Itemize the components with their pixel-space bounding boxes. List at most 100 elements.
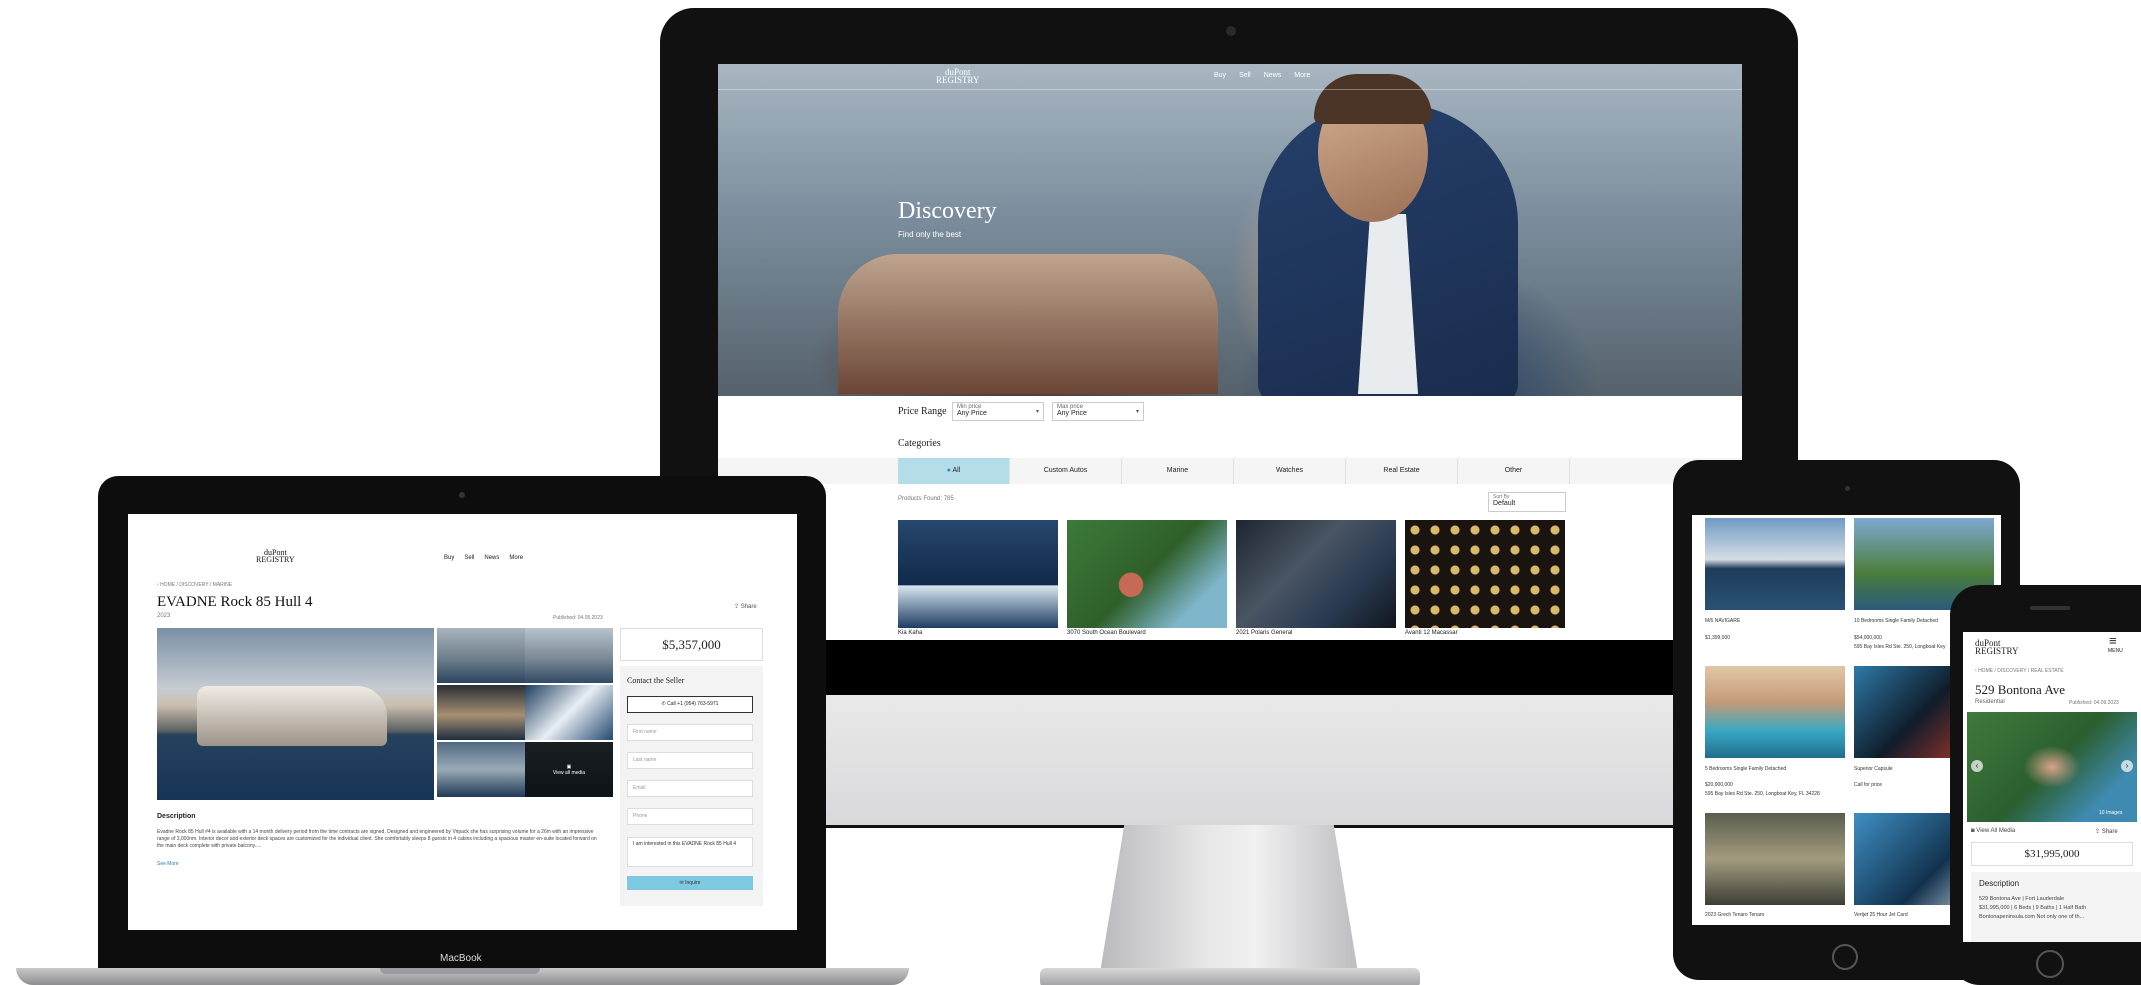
- description-text: Evadne Rock 85 Hull #4 is available with…: [157, 829, 597, 849]
- nav-sell[interactable]: Sell: [1239, 72, 1251, 79]
- listing-year: 2023: [157, 613, 171, 619]
- listing-name[interactable]: Kia Kaha: [898, 630, 922, 636]
- products-found: Products Found: 785: [898, 496, 954, 502]
- menu-label[interactable]: MENU: [2108, 648, 2123, 654]
- max-price-select[interactable]: Max price Any Price ▾: [1052, 402, 1144, 421]
- listing-name[interactable]: Vertjet 25 Hour Jet Card: [1854, 912, 1908, 918]
- gallery-thumbnail[interactable]: [525, 685, 613, 740]
- gallery-thumbnail[interactable]: [437, 628, 525, 683]
- site-logo[interactable]: duPont REGISTRY: [256, 549, 295, 564]
- nav-menu: Buy Sell News More: [444, 555, 523, 561]
- breadcrumb[interactable]: ‹ HOME / DISCOVERY / REAL ESTATE: [1975, 668, 2064, 674]
- price: $31,995,000: [1971, 842, 2133, 866]
- description-line: Bontonapeninsula.com Not only one of th.…: [1979, 914, 2085, 920]
- ipad-camera: [1845, 486, 1850, 491]
- tab-real-estate[interactable]: Real Estate: [1346, 458, 1458, 484]
- chevron-right-icon[interactable]: ›: [2121, 760, 2133, 772]
- nav-buy[interactable]: Buy: [1214, 72, 1226, 79]
- breadcrumb[interactable]: ‹ HOME / DISCOVERY / MARINE: [157, 582, 232, 588]
- email-field[interactable]: Email: [627, 780, 753, 797]
- call-button[interactable]: ✆ Call +1 (954) 763-5971: [627, 696, 753, 713]
- listing-name[interactable]: 5 Bedrooms Single Family Detached: [1705, 766, 1786, 772]
- imac-stand-base: [1040, 968, 1420, 985]
- macbook-screen: duPont REGISTRY Buy Sell News More ‹ HOM…: [128, 514, 797, 930]
- hamburger-icon[interactable]: ≡: [2109, 634, 2117, 647]
- gallery-thumbnail[interactable]: [525, 628, 613, 683]
- tab-marine[interactable]: Marine: [1122, 458, 1234, 484]
- listing-image-estate[interactable]: [1067, 520, 1227, 628]
- nav-more[interactable]: More: [509, 555, 523, 561]
- imac-bezel-bottom: [718, 640, 1742, 695]
- iphone-screen: duPont REGISTRY ≡ MENU ‹ HOME / DISCOVER…: [1963, 632, 2141, 942]
- iphone-speaker: [2030, 606, 2070, 610]
- page-title: 529 Bontona Ave: [1975, 682, 2066, 697]
- phone-field[interactable]: Phone: [627, 808, 753, 825]
- price-range-label: Price Range: [898, 406, 947, 417]
- macbook-camera: [459, 492, 465, 498]
- description-heading: Description: [1979, 879, 2020, 888]
- first-name-field[interactable]: First name: [627, 724, 753, 741]
- message-textarea[interactable]: I am interested in this EVADNE Rock 85 H…: [627, 837, 753, 867]
- listing-name[interactable]: Avanti 12 Macassar: [1405, 630, 1458, 636]
- contact-seller-panel: Contact the Seller ✆ Call +1 (954) 763-5…: [620, 666, 763, 906]
- published-date: Published: 04.05.2023: [553, 615, 603, 621]
- nav-menu: Buy Sell News More: [1214, 72, 1310, 79]
- imac-stand: [1098, 825, 1360, 985]
- listing-name[interactable]: 3070 South Ocean Boulevard: [1067, 630, 1146, 636]
- see-more-link[interactable]: See More: [157, 861, 179, 867]
- description-line: $31,995,000 | 6 Beds | 9 Baths | 1 Half …: [1979, 905, 2087, 911]
- nav-sell[interactable]: Sell: [464, 555, 474, 561]
- listing-price: Call for price: [1854, 782, 1883, 788]
- property-type: Residential: [1975, 699, 2005, 705]
- view-all-media-button[interactable]: ▣ View all media: [525, 742, 613, 797]
- listing-name[interactable]: Superior Capsule: [1854, 766, 1893, 772]
- iphone-home-button: [2036, 950, 2064, 978]
- images-count: 10 Images: [2099, 810, 2123, 816]
- nav-buy[interactable]: Buy: [444, 555, 454, 561]
- listing-image[interactable]: [1705, 666, 1845, 758]
- tab-custom-autos[interactable]: Custom Autos: [1010, 458, 1122, 484]
- categories-label: Categories: [898, 438, 941, 449]
- top-nav: duPont REGISTRY Buy Sell News More: [718, 64, 1742, 90]
- listing-image-watch-winder[interactable]: [1405, 520, 1565, 628]
- property-image-carousel[interactable]: ‹ › 10 Images: [1967, 712, 2137, 822]
- nav-news[interactable]: News: [484, 555, 499, 561]
- share-button[interactable]: ⇪ Share: [2095, 828, 2118, 835]
- macbook-notch: [380, 968, 540, 974]
- tab-all[interactable]: ● All: [898, 458, 1010, 484]
- inquire-button[interactable]: ✉ Inquire: [627, 876, 753, 890]
- listing-name[interactable]: 2021 Polaris General: [1236, 630, 1292, 636]
- listing-image-yacht[interactable]: [898, 520, 1058, 628]
- price: $5,357,000: [620, 628, 763, 661]
- listing-image[interactable]: [1705, 518, 1845, 610]
- ipad-home-button: [1832, 944, 1858, 970]
- listing-name[interactable]: M/6 NAVIGARE: [1705, 618, 1740, 624]
- chevron-left-icon[interactable]: ‹: [1971, 760, 1983, 772]
- tab-other[interactable]: Other: [1458, 458, 1570, 484]
- devices-mockup: duPont REGISTRY Buy Sell News More Disco…: [0, 0, 2141, 985]
- listing-price: $54,000,000: [1854, 635, 1882, 641]
- description-panel: Description 529 Bontona Ave | Fort Laude…: [1971, 872, 2141, 942]
- listing-name[interactable]: 2023 Grech Tenaro Tenaro: [1705, 912, 1764, 918]
- sort-by-select[interactable]: Sort By Default: [1488, 492, 1566, 512]
- tab-watches[interactable]: Watches: [1234, 458, 1346, 484]
- contact-title: Contact the Seller: [627, 676, 685, 685]
- last-name-field[interactable]: Last name: [627, 752, 753, 769]
- share-button[interactable]: ⇪ Share: [734, 603, 757, 610]
- gallery-thumbnail[interactable]: [437, 742, 525, 797]
- listing-image[interactable]: [1705, 813, 1845, 905]
- gallery-thumbnail[interactable]: [437, 685, 525, 740]
- nav-more[interactable]: More: [1294, 72, 1310, 79]
- min-price-select[interactable]: Min price Any Price ▾: [952, 402, 1044, 421]
- site-logo[interactable]: duPont REGISTRY: [936, 68, 980, 85]
- nav-news[interactable]: News: [1264, 72, 1282, 79]
- listing-image-polaris[interactable]: [1236, 520, 1396, 628]
- listing-name[interactable]: 10 Bedrooms Single Family Detached: [1854, 618, 1938, 624]
- main-yacht-image[interactable]: [157, 628, 434, 800]
- chevron-down-icon: ▾: [1135, 409, 1139, 415]
- share-icon: ⇪: [2095, 829, 2102, 835]
- hero-subtitle: Find only the best: [898, 230, 962, 239]
- chevron-down-icon: ▾: [1035, 409, 1039, 415]
- view-all-media-link[interactable]: ◙ View All Media: [1971, 828, 2015, 834]
- site-logo[interactable]: duPont REGISTRY: [1975, 639, 2019, 656]
